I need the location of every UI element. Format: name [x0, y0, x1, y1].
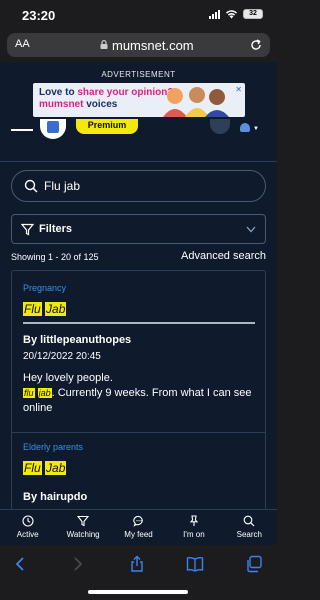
results-list: Pregnancy Flu Jab By littlepeanuthopes 2…: [11, 270, 266, 512]
post-date: 20/12/2022 20:45: [23, 351, 101, 362]
filter-icon: [77, 515, 90, 527]
user-icon[interactable]: [240, 123, 250, 132]
status-icons: 32: [209, 9, 263, 19]
site-header: Premium ▼: [0, 119, 277, 149]
ad-illustration: [163, 87, 229, 117]
filters-label: Filters: [39, 223, 73, 235]
nav-label: Active: [16, 530, 39, 539]
url-text[interactable]: mumsnet.com: [112, 38, 194, 53]
browser-toolbar: [0, 545, 277, 600]
share-icon[interactable]: [128, 555, 146, 573]
premium-button[interactable]: Premium: [76, 119, 138, 134]
ad-banner[interactable]: Love to share your opinion? mumsnet voic…: [33, 83, 245, 117]
wifi-icon: [226, 10, 237, 19]
ad-label: ADVERTISEMENT: [101, 70, 176, 79]
tabs-icon[interactable]: [245, 555, 263, 573]
ad-text: Love to share your opinion? mumsnet voic…: [39, 87, 174, 110]
nav-watching[interactable]: Watching: [55, 510, 110, 545]
nav-im-on[interactable]: I'm on: [166, 510, 221, 545]
status-bar: 23:20 32: [0, 0, 277, 30]
thread-title[interactable]: Flu Jab: [23, 302, 257, 316]
title-underline: [23, 322, 255, 324]
thread-title[interactable]: Flu Jab: [23, 461, 257, 475]
filters-toggle[interactable]: Filters: [11, 214, 266, 244]
search-icon: [24, 179, 38, 193]
post-author: By littlepeanuthopes: [23, 334, 132, 346]
search-field[interactable]: [11, 170, 266, 202]
nav-my-feed[interactable]: My feed: [111, 510, 166, 545]
ad-close-icon[interactable]: ✕: [235, 85, 242, 94]
menu-icon[interactable]: [11, 129, 33, 131]
battery-icon: 32: [243, 9, 263, 19]
signal-icon: [209, 9, 220, 19]
results-count: Showing 1 - 20 of 125: [11, 252, 99, 262]
back-icon[interactable]: [12, 555, 30, 573]
status-time: 23:20: [22, 8, 56, 23]
topic-link[interactable]: Pregnancy: [23, 283, 257, 293]
pin-icon: [189, 515, 199, 526]
nav-label: Watching: [66, 530, 100, 539]
mumsnet-logo[interactable]: [40, 119, 66, 139]
post-author: By hairupdo: [23, 491, 88, 503]
web-page: ADVERTISEMENT Love to share your opinion…: [0, 62, 277, 512]
nav-active[interactable]: Active: [0, 510, 55, 545]
clock-icon: [22, 515, 34, 527]
nav-search[interactable]: Search: [222, 510, 277, 545]
post-snippet: Hey lovely people. flu jab. Currently 9 …: [23, 372, 252, 414]
chevron-down-icon[interactable]: ▼: [253, 126, 259, 132]
forward-icon[interactable]: [68, 555, 86, 573]
nav-label: Search: [236, 530, 262, 539]
result-separator: [12, 432, 265, 433]
advanced-search-link[interactable]: Advanced search: [181, 250, 266, 262]
address-bar[interactable]: AA mumsnet.com: [7, 33, 270, 57]
list-item[interactable]: Pregnancy Flu Jab By littlepeanuthopes 2…: [23, 283, 257, 416]
filter-icon: [21, 223, 34, 236]
header-divider: [0, 161, 277, 162]
reader-options-button[interactable]: AA: [15, 38, 30, 50]
nav-label: I'm on: [183, 530, 205, 539]
bookmarks-icon[interactable]: [186, 555, 204, 573]
site-bottom-nav: Active Watching My feed I'm on Search: [0, 509, 277, 545]
topic-link[interactable]: Elderly parents: [23, 442, 257, 452]
search-icon: [243, 515, 255, 527]
lock-icon: [100, 40, 108, 49]
chevron-down-icon: [246, 226, 256, 233]
home-indicator: [88, 590, 188, 594]
chat-icon: [132, 515, 143, 527]
nav-label: My feed: [124, 530, 153, 539]
list-item[interactable]: Elderly parents Flu Jab By hairupdo: [23, 442, 257, 503]
search-input[interactable]: [44, 177, 244, 195]
reload-icon[interactable]: [249, 38, 263, 52]
header-search-icon[interactable]: [210, 119, 230, 134]
